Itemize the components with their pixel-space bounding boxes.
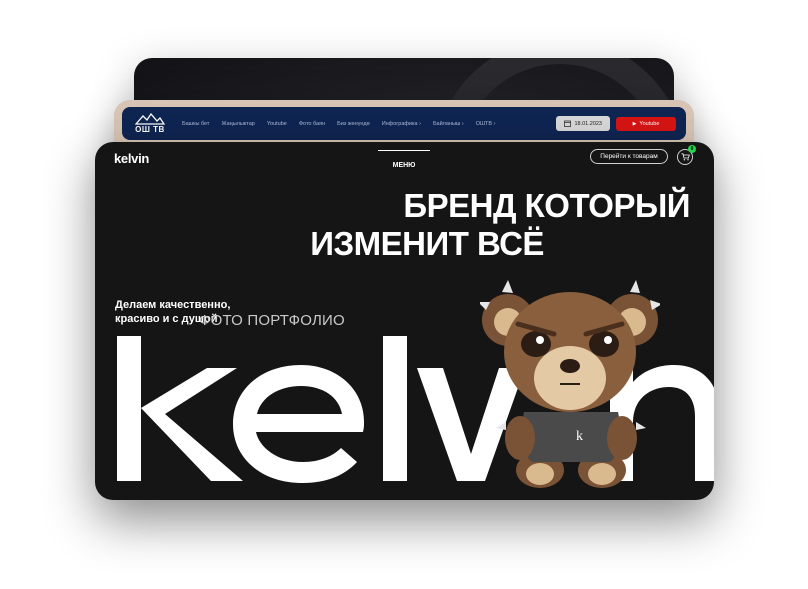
nav-link-about[interactable]: Биз жөнүндө (337, 121, 370, 127)
mountain-icon (135, 113, 165, 125)
hero-tagline-line-1: Делаем качественно, (115, 299, 231, 311)
osh-tv-logo[interactable]: ОШ ТВ (130, 109, 170, 139)
hero-headline-line-1: БРЕНД КОТОРЫЙ (403, 187, 690, 224)
go-to-products-label: Перейти к товарам (600, 153, 658, 160)
youtube-button-label: Youtube (639, 120, 660, 127)
logo-letter-k-stem (117, 336, 141, 481)
menu-button[interactable]: МЕНЮ (378, 150, 430, 172)
menu-underline (378, 150, 430, 151)
bear-mascot-image: k (480, 280, 660, 488)
osh-tv-navbar: ОШ ТВ Башкы бет Жаңылыктар Youtube Фото … (122, 107, 686, 140)
osh-tv-logo-text: ОШ ТВ (135, 125, 165, 134)
logo-letter-e (233, 365, 364, 483)
youtube-button[interactable]: ▶ Youtube (616, 116, 676, 131)
hero-headline: БРЕНД КОТОРЫЙ ИЗМЕНИТ ВСЁ (310, 187, 690, 263)
cart-count-badge: 0 (688, 145, 696, 153)
brand-logo[interactable]: kelvin (114, 151, 149, 166)
nav-link-photo[interactable]: Фото баян (299, 121, 325, 127)
photo-portfolio-label: ФОТО ПОРТФОЛИО (199, 312, 345, 329)
go-to-products-button[interactable]: Перейти к товарам (590, 149, 668, 164)
nav-link-home[interactable]: Башкы бет (182, 121, 209, 127)
date-label: 18.01.2023 (574, 120, 602, 127)
nav-link-news[interactable]: Жаңылыктар (221, 121, 254, 127)
hero-headline-line-2: ИЗМЕНИТ ВСЁ (310, 225, 544, 262)
logo-letter-k-arm (141, 368, 243, 481)
nav-link-contacts[interactable]: Байланыш › (433, 121, 464, 127)
logo-letter-l (383, 336, 407, 481)
nav-link-infographics[interactable]: Инфографика › (382, 121, 421, 127)
menu-label: МЕНЮ (392, 162, 416, 169)
calendar-icon (564, 120, 572, 127)
svg-text:k: k (576, 429, 583, 444)
play-icon: ▶ (632, 120, 637, 127)
nav-link-youtube[interactable]: Youtube (267, 121, 287, 127)
cart-button[interactable]: 0 (677, 145, 696, 165)
cart-icon (681, 153, 690, 161)
date-picker-button[interactable]: 18.01.2023 (556, 116, 610, 131)
nav-link-oshtv[interactable]: ОШТВ › (476, 121, 496, 127)
kelvin-site-card: kelvin МЕНЮ Перейти к товарам 0 БРЕНД КО… (95, 142, 714, 500)
